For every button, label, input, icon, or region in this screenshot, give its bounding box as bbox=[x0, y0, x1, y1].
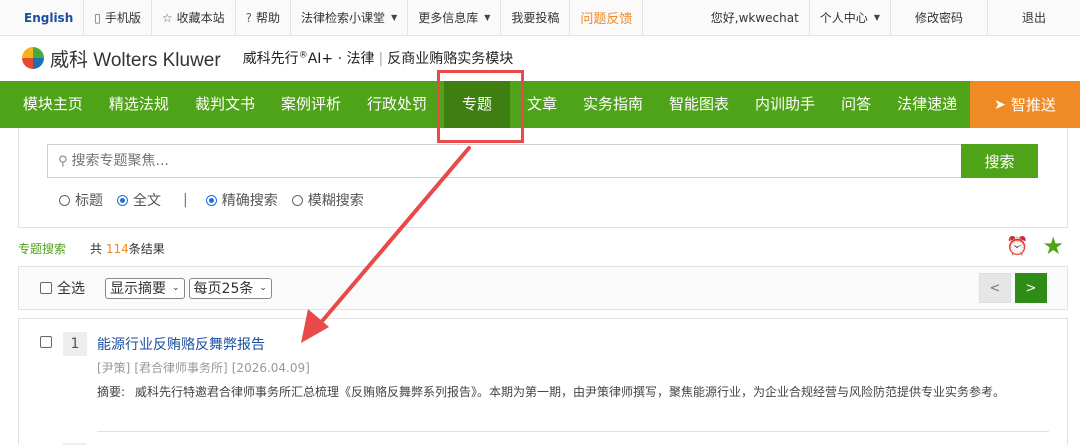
annotation-arrow bbox=[301, 146, 471, 343]
annotation-arrow-head bbox=[301, 309, 329, 343]
annotation-arrow-shaft bbox=[316, 146, 471, 328]
